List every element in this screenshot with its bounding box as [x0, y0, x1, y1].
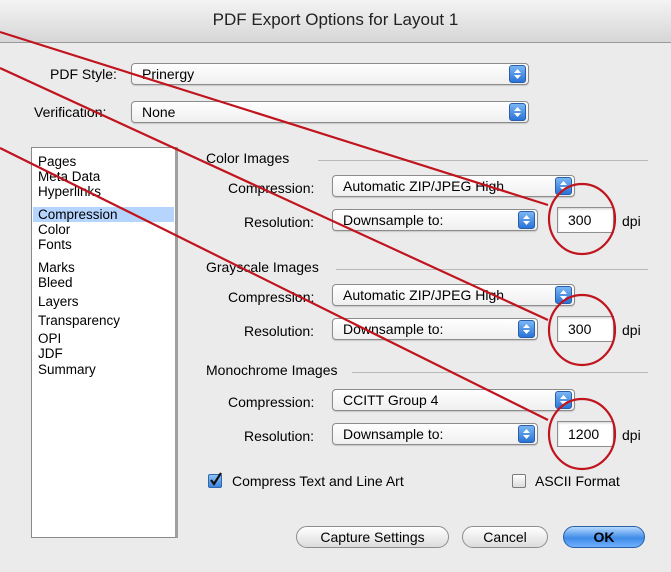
monochrome-resolution-select[interactable]: Downsample to:: [332, 423, 538, 445]
pdf-style-value: Prinergy: [142, 66, 195, 82]
grayscale-compression-value: Automatic ZIP/JPEG High: [343, 287, 505, 303]
list-item-marks[interactable]: Marks: [38, 260, 75, 275]
updown-arrows-icon: [518, 211, 535, 229]
list-item-bleed[interactable]: Bleed: [38, 275, 73, 290]
ascii-format-checkbox[interactable]: [512, 474, 526, 488]
monochrome-dpi-field[interactable]: 1200: [557, 421, 614, 447]
ok-button[interactable]: OK: [563, 526, 645, 548]
grayscale-compression-select[interactable]: Automatic ZIP/JPEG High: [332, 284, 575, 306]
updown-arrows-icon: [509, 103, 526, 121]
grayscale-resolution-select[interactable]: Downsample to:: [332, 318, 538, 340]
list-item-layers[interactable]: Layers: [38, 294, 79, 309]
verification-select[interactable]: None: [131, 101, 529, 123]
grayscale-dpi-field[interactable]: 300: [557, 316, 614, 342]
group-divider: [352, 372, 648, 373]
updown-arrows-icon: [555, 177, 572, 195]
color-compression-select[interactable]: Automatic ZIP/JPEG High: [332, 175, 575, 197]
list-item-hyperlinks[interactable]: Hyperlinks: [38, 184, 101, 199]
verification-value: None: [142, 104, 176, 120]
color-dpi-field[interactable]: 300: [557, 207, 614, 233]
window-titlebar: PDF Export Options for Layout 1: [0, 0, 671, 43]
color-resolution-value: Downsample to:: [343, 212, 444, 228]
pdf-style-label: PDF Style:: [50, 66, 117, 82]
verification-label: Verification:: [34, 104, 107, 120]
monochrome-dpi-unit: dpi: [622, 427, 641, 443]
list-item-meta-data[interactable]: Meta Data: [38, 169, 100, 184]
color-resolution-label: Resolution:: [244, 214, 315, 230]
grayscale-images-title: Grayscale Images: [206, 259, 319, 275]
monochrome-resolution-label: Resolution:: [244, 428, 315, 444]
updown-arrows-icon: [509, 65, 526, 83]
updown-arrows-icon: [555, 286, 572, 304]
monochrome-compression-select[interactable]: CCITT Group 4: [332, 389, 575, 411]
updown-arrows-icon: [555, 391, 572, 409]
list-item-pages[interactable]: Pages: [38, 154, 76, 169]
monochrome-resolution-value: Downsample to:: [343, 426, 444, 442]
grayscale-dpi-unit: dpi: [622, 322, 641, 338]
monochrome-compression-value: CCITT Group 4: [343, 392, 439, 408]
grayscale-resolution-value: Downsample to:: [343, 321, 444, 337]
window-title: PDF Export Options for Layout 1: [212, 10, 459, 29]
compress-text-label: Compress Text and Line Art: [232, 473, 404, 489]
color-dpi-unit: dpi: [622, 213, 641, 229]
list-item-fonts[interactable]: Fonts: [38, 237, 72, 252]
cancel-button[interactable]: Cancel: [462, 526, 548, 548]
panel-list[interactable]: Pages Meta Data Hyperlinks Compression C…: [31, 147, 178, 538]
checkmark-icon: [210, 472, 222, 486]
color-images-title: Color Images: [206, 150, 290, 166]
list-item-summary[interactable]: Summary: [38, 362, 96, 377]
grayscale-resolution-label: Resolution:: [244, 323, 315, 339]
monochrome-compression-label: Compression:: [228, 394, 315, 410]
list-item-opi[interactable]: OPI: [38, 331, 61, 346]
list-item-transparency[interactable]: Transparency: [38, 313, 120, 328]
ascii-format-label: ASCII Format: [535, 473, 620, 489]
updown-arrows-icon: [518, 320, 535, 338]
list-item-compression[interactable]: Compression: [38, 207, 118, 222]
group-divider: [318, 160, 648, 161]
compress-text-checkbox[interactable]: [208, 472, 222, 488]
capture-settings-button[interactable]: Capture Settings: [296, 526, 449, 548]
updown-arrows-icon: [518, 425, 535, 443]
group-divider: [336, 269, 648, 270]
color-compression-value: Automatic ZIP/JPEG High: [343, 178, 505, 194]
pdf-style-select[interactable]: Prinergy: [131, 63, 529, 85]
grayscale-compression-label: Compression:: [228, 289, 315, 305]
color-resolution-select[interactable]: Downsample to:: [332, 209, 538, 231]
color-compression-label: Compression:: [228, 180, 315, 196]
monochrome-images-title: Monochrome Images: [206, 362, 338, 378]
list-item-jdf[interactable]: JDF: [38, 346, 63, 361]
list-item-color[interactable]: Color: [38, 222, 70, 237]
